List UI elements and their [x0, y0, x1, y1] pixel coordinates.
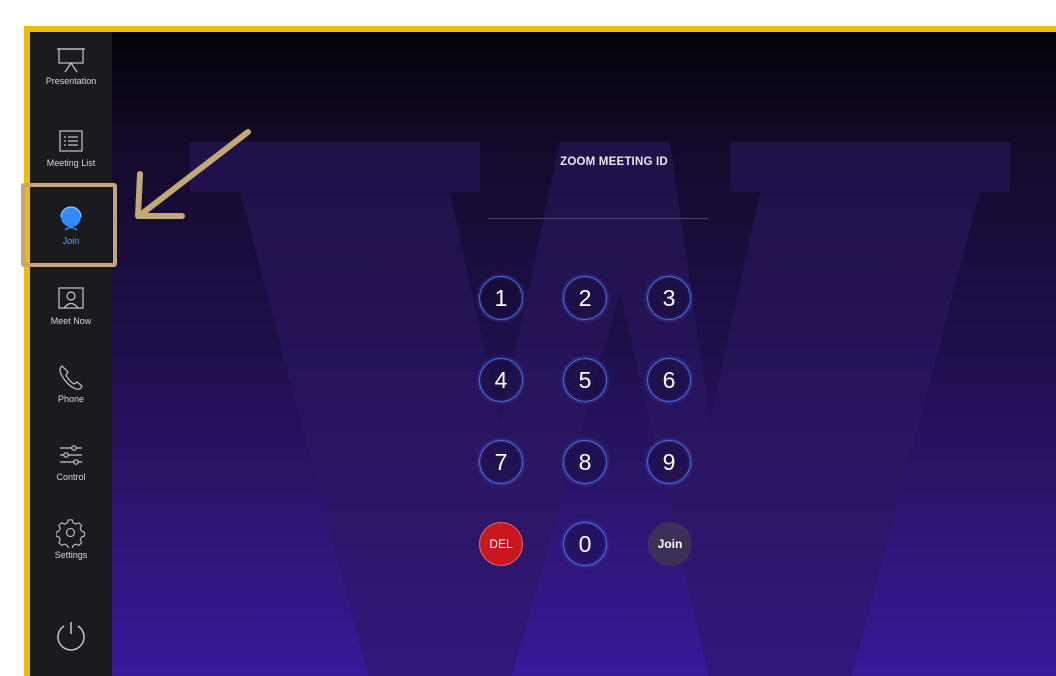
sidebar-item-meet-now[interactable]: Meet Now [30, 286, 112, 326]
delete-button[interactable]: DEL [479, 522, 523, 566]
page-title: ZOOM MEETING ID [560, 156, 668, 168]
presentation-icon [57, 48, 85, 73]
sidebar-item-settings[interactable]: Settings [30, 518, 112, 560]
key-2[interactable]: 2 [563, 276, 607, 320]
phone-icon [59, 365, 83, 390]
sidebar-item-label: Meeting List [46, 158, 96, 168]
key-5[interactable]: 5 [563, 358, 607, 402]
join-button[interactable]: Join [648, 522, 692, 566]
sidebar-item-label: Phone [57, 394, 85, 404]
power-icon [57, 622, 85, 651]
annotation-highlight-box [21, 183, 117, 267]
key-9[interactable]: 9 [647, 440, 691, 484]
meeting-id-input[interactable] [488, 218, 708, 219]
key-3[interactable]: 3 [647, 276, 691, 320]
key-8[interactable]: 8 [563, 440, 607, 484]
sidebar-item-label: Settings [54, 550, 88, 560]
sidebar-item-label: Presentation [45, 76, 97, 86]
sidebar-item-control[interactable]: Control [30, 440, 112, 482]
key-7[interactable]: 7 [479, 440, 523, 484]
sidebar-item-label: Control [56, 472, 86, 482]
key-0[interactable]: 0 [563, 522, 607, 566]
meeting-list-icon [59, 130, 83, 152]
sidebar-item-power[interactable] [30, 618, 112, 654]
sidebar-item-label: Meet Now [50, 316, 92, 326]
sidebar-item-phone[interactable]: Phone [30, 362, 112, 404]
settings-icon [56, 519, 86, 548]
sidebar: Presentation Meeting List Join Meet Now … [30, 32, 112, 676]
annotation-arrow-icon [135, 129, 251, 219]
meet-now-icon [58, 287, 84, 309]
sidebar-item-meeting-list[interactable]: Meeting List [30, 128, 112, 168]
key-1[interactable]: 1 [479, 276, 523, 320]
key-4[interactable]: 4 [479, 358, 523, 402]
key-6[interactable]: 6 [647, 358, 691, 402]
control-icon [60, 445, 82, 465]
sidebar-item-presentation[interactable]: Presentation [30, 46, 112, 86]
